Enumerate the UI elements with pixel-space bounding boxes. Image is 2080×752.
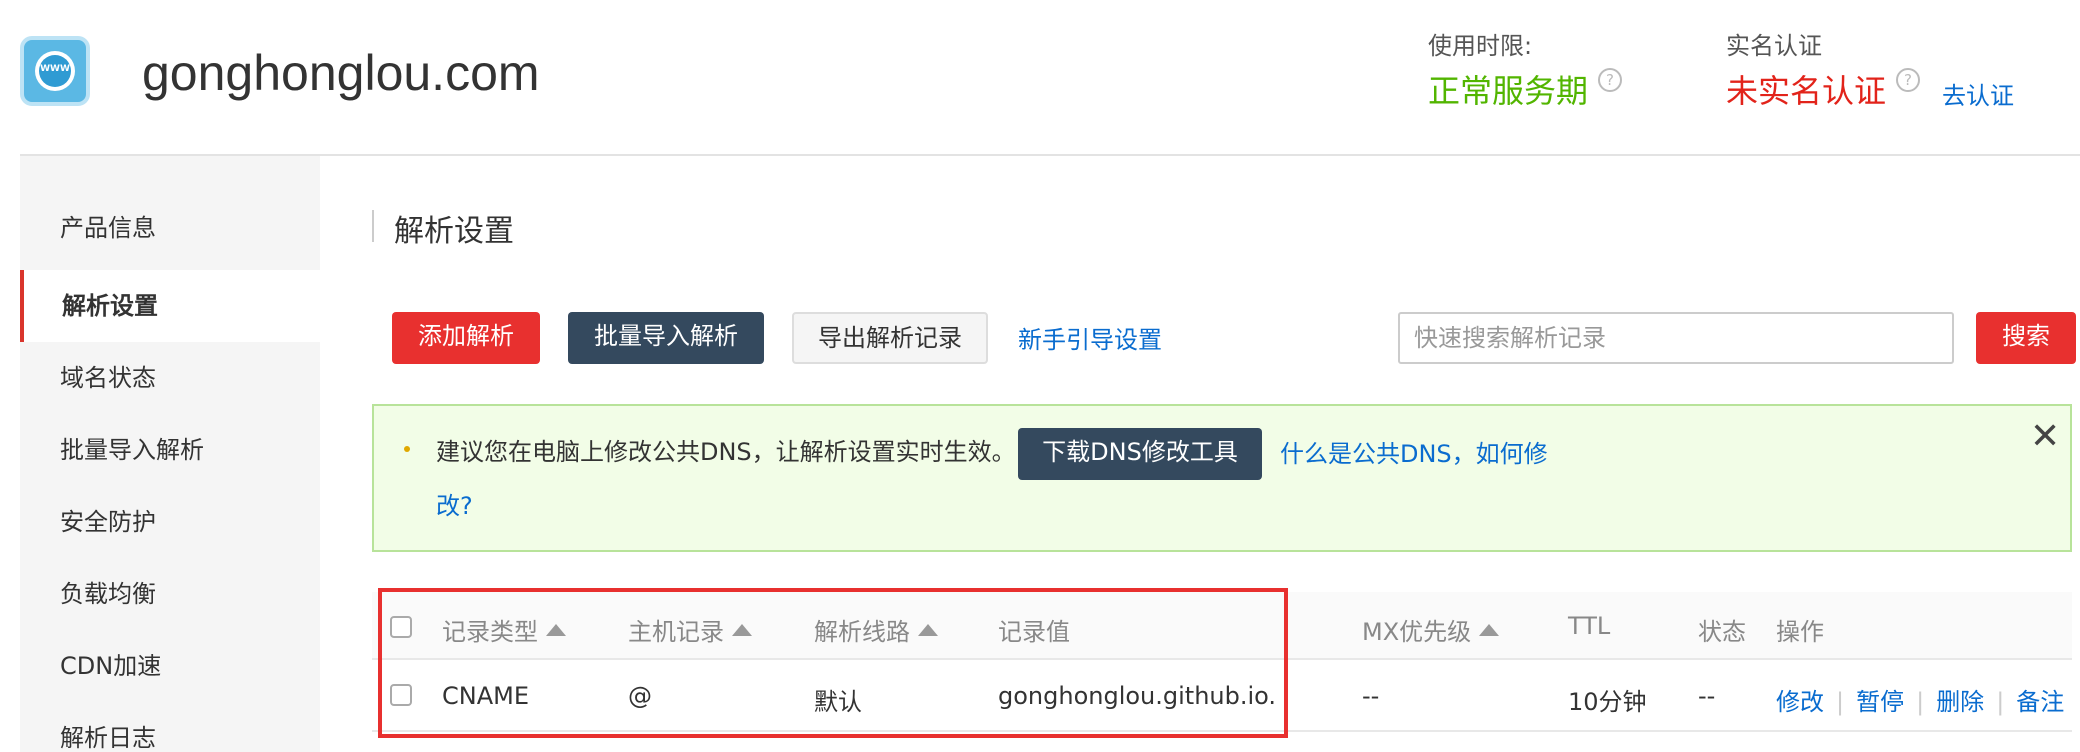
help-icon[interactable]: ? <box>1598 68 1623 92</box>
page-title: 解析设置 <box>394 214 514 249</box>
service-period-value: 正常服务期? <box>1428 66 1623 112</box>
sidebar-item-dns-settings[interactable]: 解析设置 <box>20 270 320 342</box>
sidebar-item-product-info[interactable]: 产品信息 <box>20 192 320 264</box>
domain-title: gonghonglou.com <box>142 45 540 101</box>
title-accent <box>372 210 374 242</box>
realname-auth-status: 未实名认证 <box>1726 72 1887 110</box>
sidebar-item-batch-import[interactable]: 批量导入解析 <box>20 414 320 486</box>
globe-icon: WWW <box>35 51 75 91</box>
sort-asc-icon[interactable] <box>1479 624 1500 636</box>
sidebar-item-load-balance[interactable]: 负载均衡 <box>20 558 320 630</box>
public-dns-help-link[interactable]: 什么是公共DNS，如何修 <box>1280 434 1548 469</box>
guide-settings-link[interactable]: 新手引导设置 <box>1018 320 1162 355</box>
sidebar-item-cdn[interactable]: CDN加速 <box>20 630 320 702</box>
note-link[interactable]: 备注 <box>2016 688 2064 716</box>
public-dns-help-link-continued[interactable]: 改? <box>436 486 473 521</box>
bullet-icon <box>404 446 410 452</box>
service-period-label: 使用时限: <box>1428 32 1533 60</box>
sidebar: 产品信息 解析设置 域名状态 批量导入解析 安全防护 负载均衡 CDN加速 解析… <box>20 156 320 752</box>
col-status: 状态 <box>1698 618 1746 646</box>
separator: | <box>1836 688 1845 716</box>
pause-link[interactable]: 暂停 <box>1856 688 1904 716</box>
edit-link[interactable]: 修改 <box>1776 688 1824 716</box>
header-divider <box>20 154 2080 156</box>
export-records-button[interactable]: 导出解析记录 <box>792 312 988 364</box>
download-dns-tool-button[interactable]: 下载DNS修改工具 <box>1018 428 1262 480</box>
col-actions: 操作 <box>1776 618 1824 646</box>
domain-logo: WWW <box>20 36 90 106</box>
sidebar-item-security[interactable]: 安全防护 <box>20 486 320 558</box>
ttl-value: 10分钟 <box>1568 688 1647 716</box>
realname-auth-value: 未实名认证? <box>1726 66 1921 112</box>
search-button[interactable]: 搜索 <box>1976 312 2076 364</box>
batch-import-button[interactable]: 批量导入解析 <box>568 312 764 364</box>
delete-link[interactable]: 删除 <box>1936 688 1984 716</box>
sidebar-item-dns-logs[interactable]: 解析日志 <box>20 702 320 752</box>
mx-priority: -- <box>1362 682 1380 710</box>
status-value: -- <box>1698 682 1716 710</box>
row-actions: 修改 | 暂停 | 删除 | 备注 <box>1776 682 2064 717</box>
sidebar-item-domain-status[interactable]: 域名状态 <box>20 342 320 414</box>
separator: | <box>1916 688 1925 716</box>
col-mx[interactable]: MX优先级 <box>1362 612 1500 647</box>
add-record-button[interactable]: 添加解析 <box>392 312 540 364</box>
realname-auth-label: 实名认证 <box>1726 32 1822 60</box>
highlight-annotation <box>378 588 1288 738</box>
go-verify-link[interactable]: 去认证 <box>1942 76 2014 111</box>
search-input[interactable] <box>1398 312 1954 364</box>
dns-notice: 建议您在电脑上修改公共DNS，让解析设置实时生效。 下载DNS修改工具 什么是公… <box>372 404 2072 552</box>
col-ttl: TTL <box>1568 612 1611 640</box>
close-icon[interactable]: ✕ <box>2030 416 2060 457</box>
notice-text: 建议您在电脑上修改公共DNS，让解析设置实时生效。 <box>436 438 1016 466</box>
separator: | <box>1996 688 2005 716</box>
help-icon[interactable]: ? <box>1896 68 1921 92</box>
service-period-status: 正常服务期 <box>1428 72 1589 110</box>
